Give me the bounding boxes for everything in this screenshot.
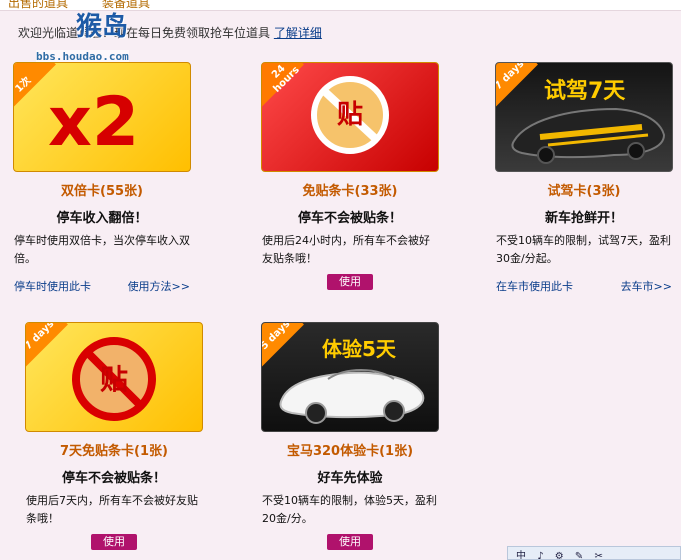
use-button[interactable]: 使用 <box>91 534 137 550</box>
card-title: 宝马320体验卡(1张) <box>286 444 414 459</box>
card-desc: 不受10辆车的限制，体验5天，盈利20金/分。 <box>262 494 437 525</box>
tray-item[interactable]: ✎ <box>575 551 583 559</box>
card-title: 试驾卡(3张) <box>547 184 621 199</box>
use-button[interactable]: 使用 <box>327 274 373 290</box>
learn-more-link[interactable]: 了解详细 <box>274 26 322 40</box>
card-desc: 不受10辆车的限制，试驾7天，盈利30金/分起。 <box>496 234 671 265</box>
how-to-use-link[interactable]: 使用方法>> <box>128 278 190 294</box>
tray-item[interactable]: ♪ <box>537 551 543 559</box>
use-card-link[interactable]: 停车时使用此卡 <box>14 278 91 294</box>
card-no-ticket-24h: 24 hours 贴 免贴条卡(33张) 停车不会被贴条！ 使用后24小时内，所… <box>255 62 445 290</box>
no-ticket-7d-card-image[interactable]: 7 days 贴 <box>25 322 203 432</box>
card-subtitle: 新车抢鲜开！ <box>544 211 623 226</box>
card-desc: 使用后7天内，所有车不会被好友贴条哦！ <box>26 494 198 525</box>
card-desc: 停车时使用双倍卡，当次停车收入双倍。 <box>14 234 190 265</box>
use-in-market-link[interactable]: 在车市使用此卡 <box>496 278 573 294</box>
use-button[interactable]: 使用 <box>327 534 373 550</box>
card-subtitle: 好车先体验 <box>317 471 383 486</box>
go-market-link[interactable]: 去车市>> <box>621 278 672 294</box>
svg-text:贴: 贴 <box>100 363 128 396</box>
no-ticket-card-image[interactable]: 24 hours 贴 <box>261 62 439 172</box>
card-title: 免贴条卡(33张) <box>302 184 398 199</box>
card-links: 在车市使用此卡 去车市>> <box>496 278 672 294</box>
svg-text:贴: 贴 <box>337 100 363 130</box>
x2-art: x2 <box>48 83 140 162</box>
card-double: 1次 x2 双倍卡(55张) 停车收入翻倍！ 停车时使用双倍卡，当次停车收入双倍… <box>7 62 197 294</box>
card-no-ticket-7d: 7 days 贴 7天免贴条卡(1张) 停车不会被贴条！ 使用后7天内，所有车不… <box>19 322 209 550</box>
car-icon <box>279 369 425 424</box>
tray-item[interactable]: ✂ <box>595 551 603 559</box>
card-test-drive: 7 days 试驾7天 试驾卡(3张) 新车抢鲜开！ 不受10辆车的限制，试驾7… <box>489 62 679 294</box>
double-card-image[interactable]: 1次 x2 <box>13 62 191 172</box>
card-bmw-trial: 5 days 体验5天 宝马320体验卡(1张) 好车先体验 不受10辆车的限制… <box>255 322 445 550</box>
ime-indicator[interactable]: 中 <box>516 547 526 559</box>
tray-item[interactable]: ⚙ <box>555 551 564 559</box>
card-subtitle: 停车不会被贴条！ <box>61 471 166 486</box>
no-ticket-icon: 贴 <box>72 337 156 421</box>
test-drive-card-image[interactable]: 7 days 试驾7天 <box>495 62 673 172</box>
card-subtitle: 停车收入翻倍！ <box>56 211 148 226</box>
card-title: 7天免贴条卡(1张) <box>60 444 168 459</box>
car-icon <box>511 107 666 164</box>
bmw-card-image[interactable]: 5 days 体验5天 <box>261 322 439 432</box>
card-subtitle: 停车不会被贴条！ <box>297 211 402 226</box>
watermark-logo: 猴岛 <box>76 12 129 42</box>
watermark: 猴岛 bbs.houdao.com <box>0 0 160 70</box>
card-title: 双倍卡(55张) <box>61 184 143 199</box>
card-desc: 使用后24小时内，所有车不会被好友贴条哦！ <box>262 234 430 265</box>
taskbar-tray: 中 ♪ ⚙ ✎ ✂ <box>507 546 681 560</box>
card-links: 停车时使用此卡 使用方法>> <box>14 278 190 294</box>
no-ticket-icon: 贴 <box>311 76 389 154</box>
